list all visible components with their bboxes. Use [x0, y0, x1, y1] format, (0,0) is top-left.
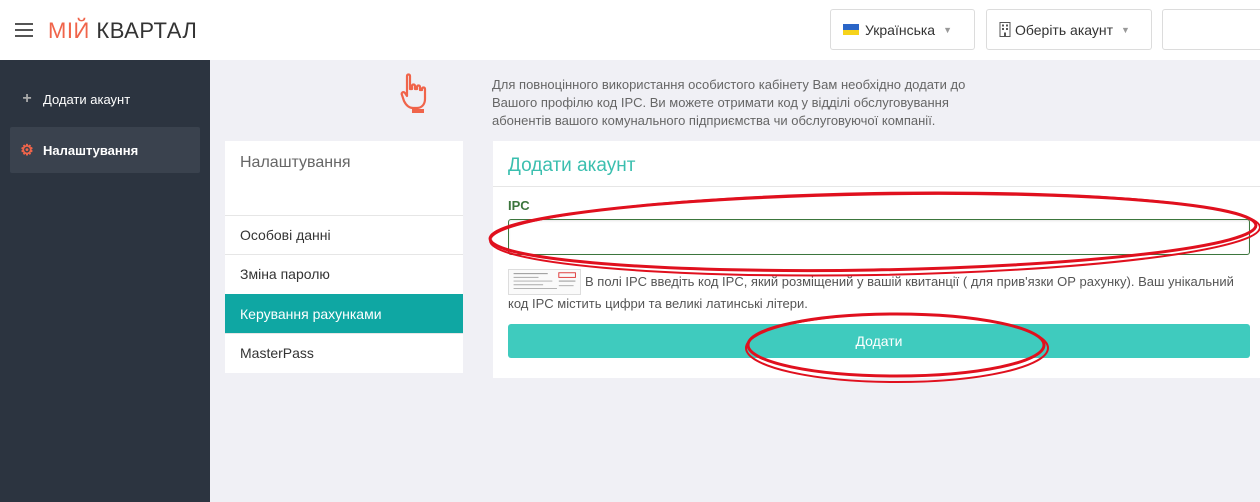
settings-item-change-password[interactable]: Зміна паролю — [225, 254, 463, 293]
language-label: Українська — [865, 21, 936, 38]
brand-logo[interactable]: МІЙ КВАРТАЛ — [48, 18, 197, 44]
sidebar-item-label: Додати акаунт — [43, 91, 131, 107]
add-button[interactable]: Додати — [508, 324, 1250, 358]
receipt-sample-image — [508, 269, 581, 295]
caret-down-icon: ▼ — [943, 24, 953, 35]
add-account-title: Додати акаунт — [508, 155, 636, 176]
menu-icon[interactable] — [15, 23, 33, 37]
ipc-notice: Для повноцінного використання особистого… — [492, 77, 966, 128]
sidebar-item-add-account[interactable]: + Додати акаунт — [10, 76, 200, 122]
caret-down-icon: ▼ — [1121, 24, 1130, 35]
ipc-hint: В полі IPC введіть код IPC, який розміще… — [508, 274, 1234, 311]
ipc-input[interactable] — [508, 219, 1250, 255]
settings-panel-title: Налаштування — [240, 154, 351, 171]
settings-panel: Налаштування Особові данні Зміна паролю … — [225, 141, 463, 373]
settings-item-masterpass[interactable]: MasterPass — [225, 333, 463, 372]
language-dropdown[interactable]: Українська ▼ — [830, 9, 975, 50]
gear-icon: ⚙ — [20, 142, 34, 159]
account-label: Оберіть акаунт — [1015, 21, 1114, 38]
ukraine-flag-icon — [843, 24, 859, 35]
sidebar-item-label: Налаштування — [43, 142, 139, 158]
settings-item-personal-data[interactable]: Особові данні — [225, 215, 463, 254]
building-icon — [999, 22, 1011, 37]
top-header: МІЙ КВАРТАЛ Українська ▼ Оберіть акаунт … — [0, 0, 1260, 60]
settings-item-manage-accounts[interactable]: Керування рахунками — [225, 294, 463, 333]
sidebar-item-settings[interactable]: ⚙ Налаштування — [10, 127, 200, 173]
sidebar: + Додати акаунт ⚙ Налаштування — [0, 60, 210, 502]
user-menu-button[interactable] — [1162, 9, 1260, 50]
pointing-hand-icon — [400, 73, 427, 113]
plus-icon: + — [22, 90, 32, 107]
divider — [493, 186, 1260, 187]
add-account-panel: Додати акаунт IPC В полі IPC введіть код… — [493, 141, 1260, 378]
account-dropdown[interactable]: Оберіть акаунт ▼ — [986, 9, 1152, 50]
ipc-label: IPC — [508, 198, 530, 213]
